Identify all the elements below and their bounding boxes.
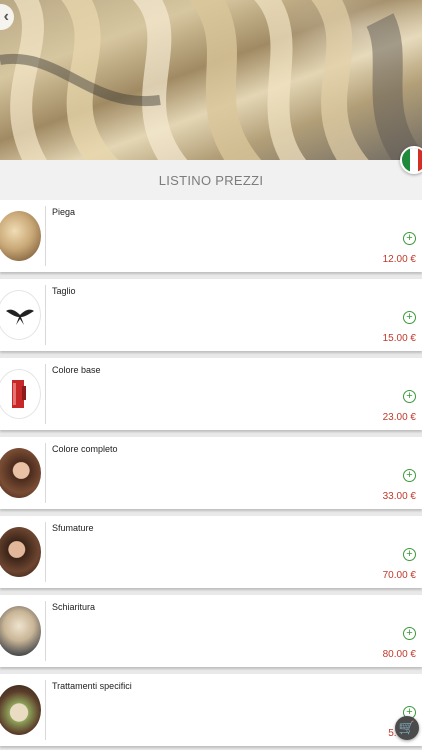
add-icon[interactable]: + [403, 232, 416, 245]
add-icon[interactable]: + [403, 469, 416, 482]
service-price: 80.00 € [382, 649, 416, 660]
color-tube-icon [12, 380, 26, 408]
chevron-left-icon: ‹ [3, 8, 9, 25]
service-thumbnail [0, 211, 41, 261]
list-item[interactable]: Colore base + 23.00 € [0, 358, 422, 430]
divider [45, 522, 46, 582]
app-screen: ‹ LISTINO PREZZI Piega + 12.00 € Taglio [0, 0, 422, 750]
add-icon[interactable]: + [403, 390, 416, 403]
service-name: Taglio [52, 286, 76, 296]
divider [45, 680, 46, 740]
service-name: Sfumature [52, 523, 94, 533]
service-price: 15.00 € [382, 333, 416, 344]
service-price: 70.00 € [382, 570, 416, 581]
price-list: Piega + 12.00 € Taglio + 15.00 € Colore … [0, 200, 422, 750]
divider [45, 364, 46, 424]
divider [45, 601, 46, 661]
add-icon[interactable]: + [403, 627, 416, 640]
service-thumbnail [0, 369, 41, 419]
service-thumbnail [0, 527, 41, 577]
list-item[interactable]: Schiaritura + 80.00 € [0, 595, 422, 667]
hair-waves-graphic [0, 0, 422, 160]
service-price: 23.00 € [382, 412, 416, 423]
service-thumbnail [0, 685, 41, 735]
flag-white [410, 148, 418, 172]
page-title: LISTINO PREZZI [158, 172, 264, 188]
service-thumbnail [0, 290, 41, 340]
divider [45, 206, 46, 266]
add-icon[interactable]: + [403, 548, 416, 561]
service-price: 12.00 € [382, 254, 416, 265]
scissors-icon [6, 309, 34, 325]
cart-icon: 🛒 [398, 720, 416, 735]
list-item[interactable]: Sfumature + 70.00 € [0, 516, 422, 588]
service-name: Trattamenti specifici [52, 681, 132, 691]
flag-green [402, 148, 410, 172]
list-item[interactable]: Piega + 12.00 € [0, 200, 422, 272]
cart-button[interactable]: 🛒 [395, 716, 419, 740]
add-icon[interactable]: + [403, 311, 416, 324]
list-item[interactable]: Taglio + 15.00 € [0, 279, 422, 351]
title-bar: LISTINO PREZZI [0, 146, 422, 200]
divider [45, 443, 46, 503]
list-item[interactable]: Trattamenti specifici + 5.00 € [0, 674, 422, 746]
hero-image: ‹ [0, 0, 422, 160]
service-price: 33.00 € [382, 491, 416, 502]
service-name: Piega [52, 207, 76, 217]
service-thumbnail [0, 606, 41, 656]
flag-red [418, 148, 422, 172]
list-item[interactable]: Colore completo + 33.00 € [0, 437, 422, 509]
divider [45, 285, 46, 345]
italian-flag-icon[interactable] [400, 146, 422, 174]
service-name: Colore completo [52, 444, 118, 454]
service-name: Schiaritura [52, 602, 96, 612]
service-thumbnail [0, 448, 41, 498]
service-name: Colore base [52, 365, 101, 375]
